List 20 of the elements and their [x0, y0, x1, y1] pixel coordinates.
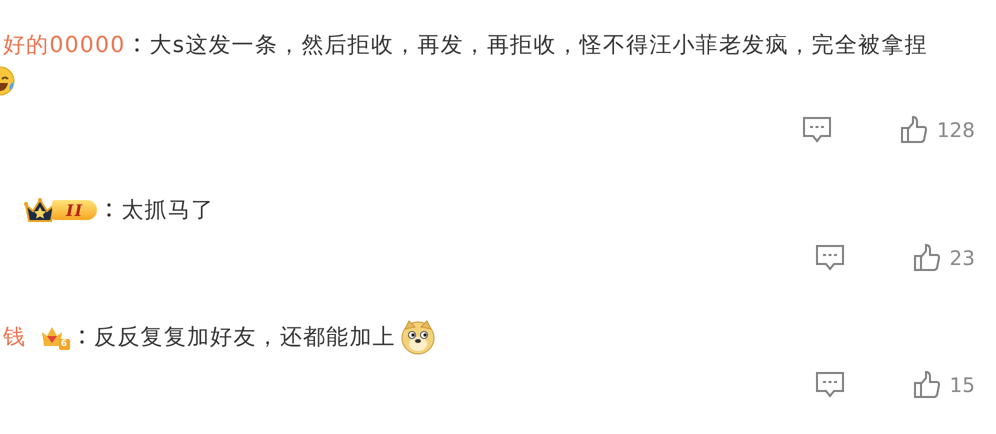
- comment-text: 大s这发一条，然后拒收，再发，再拒收，怪不得汪小菲老发疯，完全被拿捏: [149, 32, 928, 60]
- vip-level-badge: 6: [58, 339, 70, 350]
- colon-icon: [80, 330, 84, 344]
- comment-text: 太抓马了: [121, 197, 214, 225]
- username-link[interactable]: 好的00000: [3, 30, 126, 60]
- colon-icon: [107, 203, 112, 217]
- like-count: 23: [950, 246, 975, 270]
- like-count: 128: [936, 118, 975, 142]
- thumbs-up-icon[interactable]: [912, 371, 940, 399]
- dog-emoji-icon: [400, 319, 436, 355]
- thumbs-up-icon[interactable]: [900, 116, 927, 144]
- comment-text: 反反复复加好友，还都能加上: [94, 324, 396, 352]
- username-link[interactable]: 钱: [3, 322, 26, 352]
- level-badge: II: [52, 200, 98, 220]
- reply-icon[interactable]: [814, 244, 845, 272]
- reply-icon[interactable]: [814, 371, 845, 399]
- colon-icon: [135, 38, 140, 52]
- thumbs-up-icon[interactable]: [912, 244, 940, 272]
- like-count: 15: [950, 373, 975, 397]
- reply-icon[interactable]: [802, 116, 832, 144]
